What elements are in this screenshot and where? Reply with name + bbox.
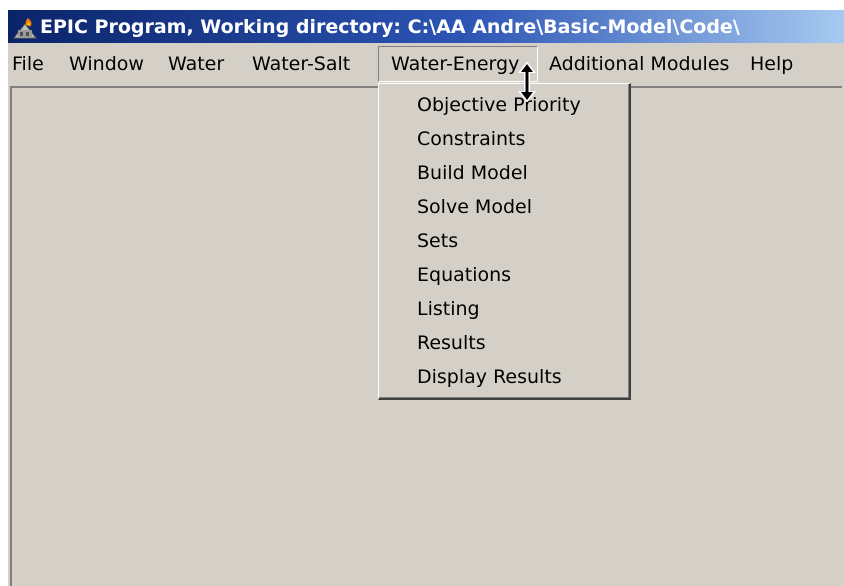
resize-vertical-cursor-icon — [518, 62, 536, 102]
menu-item-objective-priority[interactable]: Objective Priority — [417, 88, 581, 122]
menu-item-build-model[interactable]: Build Model — [417, 156, 528, 190]
menu-water-salt[interactable]: Water-Salt — [252, 46, 350, 82]
menu-item-sets[interactable]: Sets — [417, 224, 458, 258]
epic-app-icon — [12, 17, 38, 38]
menu-item-equations[interactable]: Equations — [417, 258, 511, 292]
menu-item-display-results[interactable]: Display Results — [417, 360, 562, 394]
menu-additional-modules[interactable]: Additional Modules — [549, 46, 729, 82]
menu-item-solve-model[interactable]: Solve Model — [417, 190, 532, 224]
menu-window[interactable]: Window — [69, 46, 144, 82]
water-energy-dropdown-menu: Objective Priority Constraints Build Mod… — [378, 83, 631, 400]
menu-water-energy[interactable]: Water-Energy — [378, 46, 538, 82]
app-window: EPIC Program, Working directory: C:\AA A… — [8, 10, 844, 586]
title-bar[interactable]: EPIC Program, Working directory: C:\AA A… — [8, 10, 844, 43]
menu-item-constraints[interactable]: Constraints — [417, 122, 525, 156]
menu-bar: File Window Water Water-Salt Water-Energ… — [8, 46, 844, 82]
window-title: EPIC Program, Working directory: C:\AA A… — [40, 15, 740, 38]
menu-file[interactable]: File — [12, 46, 44, 82]
menu-help[interactable]: Help — [750, 46, 793, 82]
menu-item-listing[interactable]: Listing — [417, 292, 480, 326]
menu-water[interactable]: Water — [168, 46, 224, 82]
menu-item-results[interactable]: Results — [417, 326, 486, 360]
